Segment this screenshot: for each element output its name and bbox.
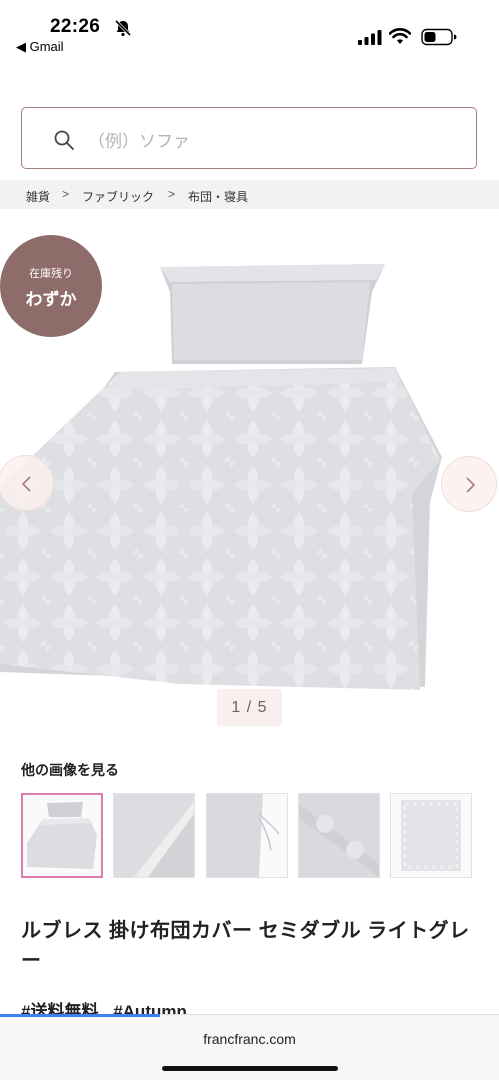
thumbnail-5[interactable] <box>390 793 472 878</box>
back-to-gmail-link[interactable]: ◀ Gmail <box>16 39 64 55</box>
thumbnail-3[interactable] <box>206 793 288 878</box>
wifi-icon <box>389 28 411 44</box>
thumbnail-2-image <box>114 794 194 877</box>
browser-url-bar[interactable]: francfranc.com <box>0 1014 499 1080</box>
low-stock-badge-line1: 在庫残り <box>29 268 73 280</box>
search-input[interactable]: （例）ソファ <box>21 107 477 169</box>
chevron-left-icon <box>21 476 31 492</box>
status-bar: 22:26 ◀ Gmail <box>0 0 499 60</box>
previous-image-button[interactable] <box>0 455 54 511</box>
thumbnail-4[interactable] <box>298 793 380 878</box>
breadcrumb-item-zakka[interactable]: 雑貨 <box>26 188 50 205</box>
search-icon <box>54 130 74 150</box>
status-time: 22:26 <box>50 16 101 37</box>
breadcrumb: 雑貨 > ファブリック > 布団・寝具 <box>0 180 499 209</box>
thumbnail-5-image <box>391 794 471 877</box>
battery-icon <box>421 28 457 46</box>
bell-off-icon <box>114 19 132 37</box>
image-pager: 1 / 5 <box>217 689 282 726</box>
more-images-heading: 他の画像を見る <box>21 762 119 778</box>
thumbnail-2[interactable] <box>113 793 195 878</box>
thumbnail-3-image <box>207 794 287 877</box>
thumbnail-1-image <box>23 795 101 876</box>
thumbnail-1[interactable] <box>21 793 103 878</box>
low-stock-badge-line2: わずか <box>25 290 77 309</box>
breadcrumb-separator: > <box>62 187 70 201</box>
signal-icon <box>358 30 382 45</box>
page-load-progress-bar <box>0 1014 160 1017</box>
breadcrumb-item-bedding[interactable]: 布団・寝具 <box>188 188 248 205</box>
breadcrumb-item-fabric[interactable]: ファブリック <box>82 188 154 205</box>
chevron-right-icon <box>466 477 476 493</box>
thumbnail-4-image <box>299 794 379 877</box>
home-indicator[interactable] <box>162 1066 338 1071</box>
url-text[interactable]: francfranc.com <box>0 1031 499 1047</box>
breadcrumb-separator: > <box>168 187 176 201</box>
low-stock-badge: 在庫残り わずか <box>0 235 102 337</box>
search-placeholder: （例）ソファ <box>88 132 190 151</box>
next-image-button[interactable] <box>441 456 497 512</box>
product-title: ルブレス 掛け布団カバー セミダブル ライトグレー <box>21 920 470 972</box>
